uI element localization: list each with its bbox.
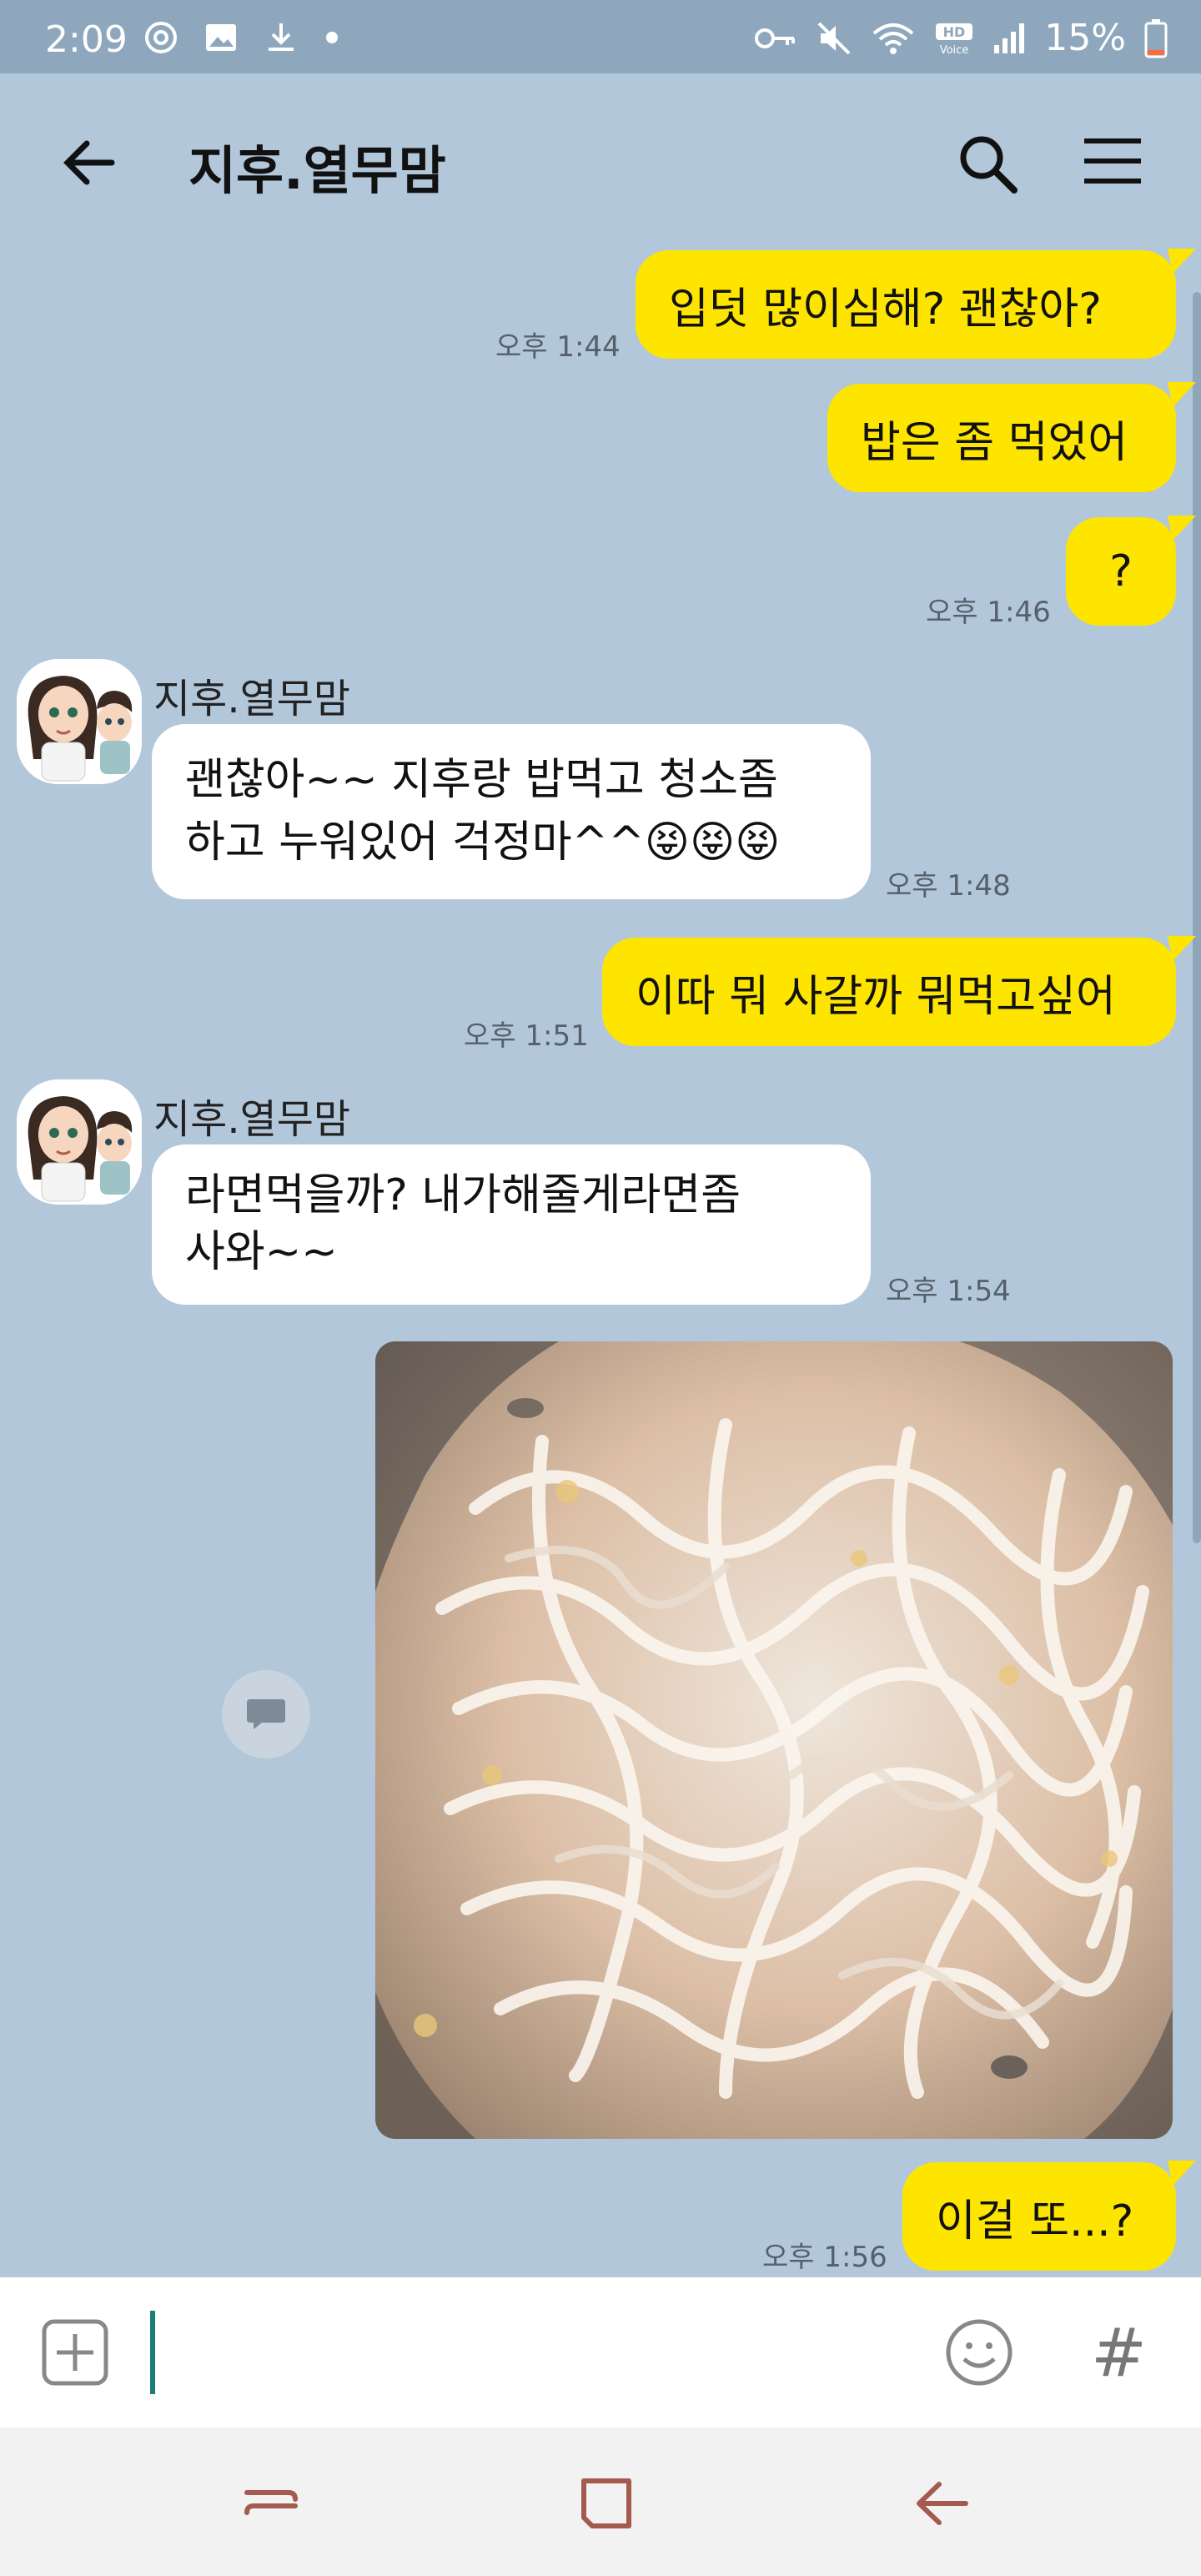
svg-text:HD: HD bbox=[943, 24, 966, 40]
battery-percent: 15% bbox=[1044, 17, 1126, 59]
hd-voice-icon: HD Voice bbox=[936, 23, 973, 57]
message-text-line: 괜찮아~~ 지후랑 밥먹고 청소좀 bbox=[185, 754, 778, 805]
text-input-cursor[interactable] bbox=[150, 2311, 155, 2394]
system-nav-bar bbox=[0, 2428, 1201, 2576]
emoji-icon[interactable] bbox=[944, 2317, 1014, 2387]
sync-icon bbox=[145, 22, 177, 53]
message-time: 오후 1:51 bbox=[464, 1019, 589, 1053]
back-arrow-icon[interactable] bbox=[60, 133, 118, 192]
dot-icon bbox=[326, 32, 338, 43]
svg-text:Voice: Voice bbox=[940, 44, 969, 57]
message-text-line: 하고 누워있어 걱정마^^ bbox=[185, 818, 645, 868]
message-time: 오후 1:46 bbox=[926, 596, 1051, 629]
chat-title: 지후.열무맘 bbox=[188, 140, 446, 201]
signal-icon bbox=[994, 23, 1025, 53]
mute-icon bbox=[817, 22, 851, 54]
message-text-line: 사와~~ bbox=[185, 1227, 338, 1277]
image-icon bbox=[206, 24, 236, 51]
scrollbar[interactable] bbox=[1193, 292, 1201, 1543]
hashtag-icon[interactable]: # bbox=[1091, 2314, 1147, 2392]
message-time: 오후 1:54 bbox=[886, 1275, 1011, 1308]
back-icon[interactable] bbox=[911, 2473, 972, 2534]
battery-icon bbox=[1144, 18, 1168, 58]
my-message-bubble[interactable]: 입덧 많이심해? 괜찮아? bbox=[636, 250, 1176, 359]
other-message-bubble[interactable]: 괜찮아~~ 지후랑 밥먹고 청소좀 하고 누워있어 걱정마^^😝😝😝 bbox=[152, 724, 871, 899]
message-text: 밥은 좀 먹었어 bbox=[861, 417, 1128, 468]
message-text: ? bbox=[1109, 546, 1133, 596]
sender-name: 지후.열무맘 bbox=[153, 1096, 351, 1143]
download-icon bbox=[269, 23, 294, 51]
status-left-icons bbox=[143, 20, 340, 55]
photo-message[interactable] bbox=[375, 1341, 1173, 2139]
key-icon bbox=[755, 28, 796, 48]
bubble-tail bbox=[1168, 516, 1196, 541]
home-icon[interactable] bbox=[575, 2473, 637, 2534]
speech-bubble-icon bbox=[247, 1699, 285, 1729]
plus-icon[interactable] bbox=[42, 2319, 108, 2386]
message-text: 입덧 많이심해? 괜찮아? bbox=[669, 284, 1102, 335]
avatar-illustration bbox=[17, 659, 142, 784]
wifi-icon bbox=[872, 23, 914, 54]
bubble-tail bbox=[1168, 936, 1196, 961]
other-message-bubble[interactable]: 라면먹을까? 내가해줄게라면좀 사와~~ bbox=[152, 1145, 871, 1305]
avatar-illustration bbox=[17, 1079, 142, 1205]
my-message-bubble[interactable]: 이따 뭐 사갈까 뭐먹고싶어 bbox=[602, 938, 1176, 1046]
message-time: 오후 1:56 bbox=[762, 2241, 887, 2274]
share-photo-button[interactable] bbox=[222, 1670, 310, 1758]
avatar[interactable] bbox=[17, 659, 142, 784]
my-message-bubble[interactable]: 밥은 좀 먹었어 bbox=[827, 384, 1176, 492]
bubble-tail bbox=[1168, 382, 1196, 407]
my-message-bubble[interactable]: ? bbox=[1066, 517, 1176, 626]
message-time: 오후 1:48 bbox=[886, 869, 1011, 903]
my-message-bubble[interactable]: 이걸 또...? bbox=[902, 2162, 1176, 2271]
message-text-line: 라면먹을까? 내가해줄게라면좀 bbox=[185, 1170, 741, 1221]
message-text: 이따 뭐 사갈까 뭐먹고싶어 bbox=[636, 971, 1116, 1022]
message-text-line2: 하고 누워있어 걱정마^^😝😝😝 bbox=[185, 812, 780, 874]
message-text: 이걸 또...? bbox=[936, 2196, 1134, 2246]
status-right-icons: HD Voice 15% bbox=[754, 17, 1168, 59]
message-time: 오후 1:44 bbox=[495, 330, 621, 364]
status-time: 2:09 bbox=[45, 18, 128, 61]
hamburger-menu-icon[interactable] bbox=[1083, 135, 1143, 187]
search-icon[interactable] bbox=[956, 132, 1019, 195]
tongue-out-emoji: 😝😝😝 bbox=[644, 818, 781, 868]
chat-header: 지후.열무맘 bbox=[0, 73, 1201, 249]
message-input-bar: # bbox=[0, 2277, 1201, 2428]
noodles-photo bbox=[375, 1341, 1173, 2139]
status-bar: 2:09 HD Voice 15% bbox=[0, 0, 1201, 73]
avatar[interactable] bbox=[17, 1079, 142, 1205]
bubble-tail bbox=[1168, 249, 1196, 274]
recent-apps-icon[interactable] bbox=[240, 2473, 302, 2534]
bubble-tail bbox=[1168, 2161, 1196, 2186]
sender-name: 지후.열무맘 bbox=[153, 676, 351, 722]
